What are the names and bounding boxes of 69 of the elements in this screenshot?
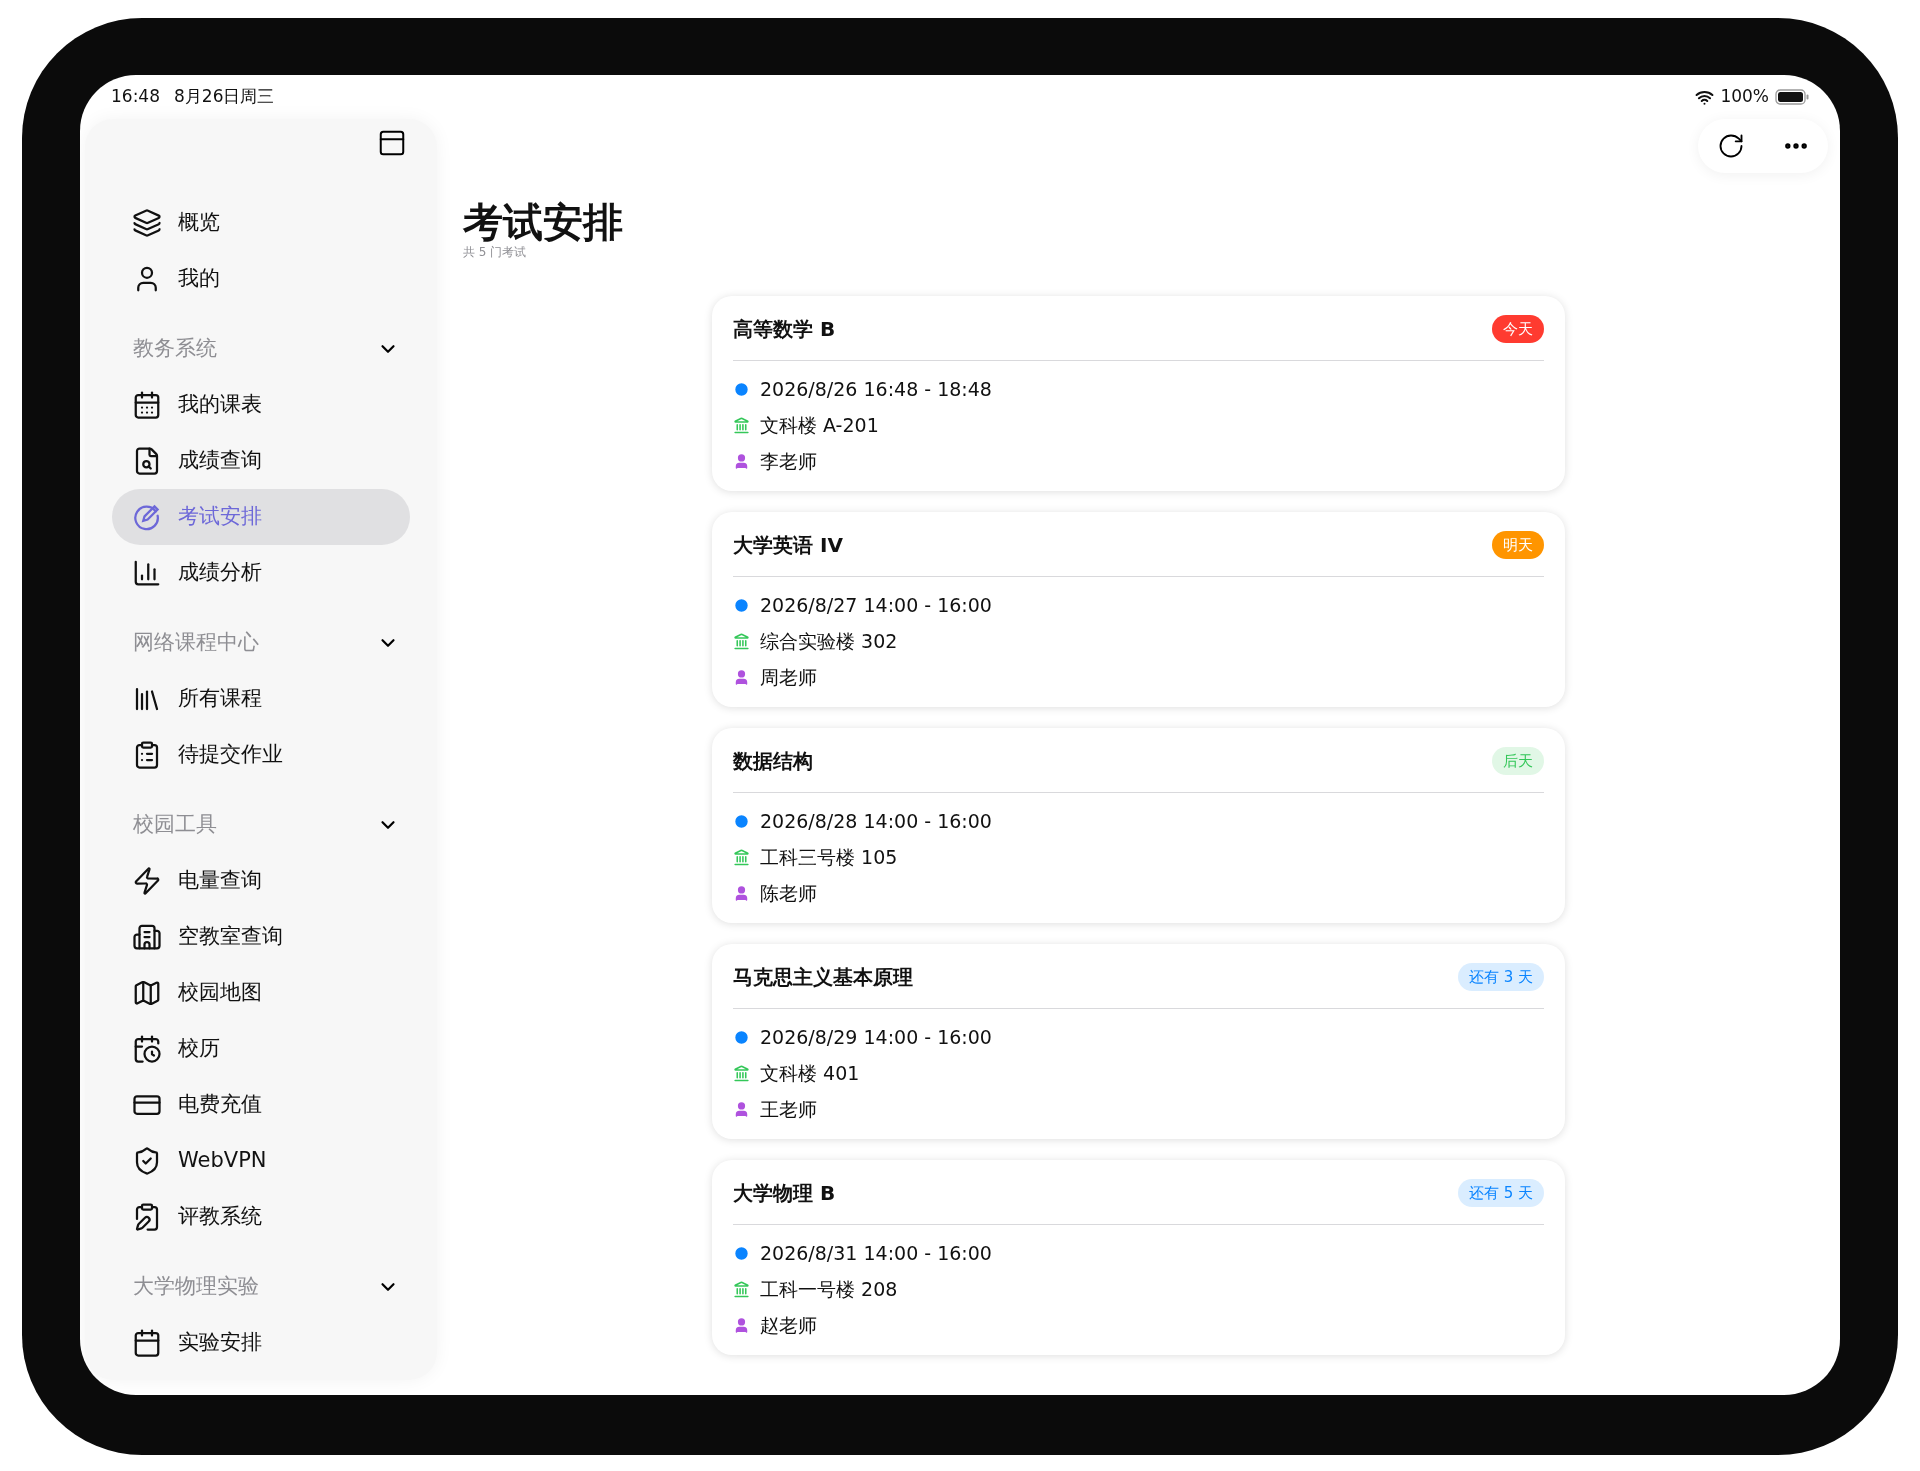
sidebar-item[interactable]: 电费充值 [112, 1077, 410, 1133]
section-header: 教务系统 [133, 335, 217, 363]
sidebar-item[interactable]: 成绩查询 [112, 433, 410, 489]
exam-teacher: 李老师 [760, 448, 817, 474]
exam-name: 大学物理 B [733, 1180, 836, 1207]
map-icon [132, 978, 162, 1008]
section-header: 网络课程中心 [133, 629, 259, 657]
battery-percent: 100% [1720, 85, 1769, 109]
page-subtitle: 共 5 门考试 [463, 245, 528, 259]
section-header: 大学物理实验 [133, 1273, 259, 1301]
battery-icon [1775, 89, 1809, 105]
sidebar-item[interactable]: 电量查询 [112, 853, 410, 909]
person-icon [733, 1100, 750, 1118]
person-icon [733, 668, 750, 686]
exam-location: 综合实验楼 302 [760, 628, 898, 654]
building-icon [733, 848, 750, 866]
exam-teacher: 赵老师 [760, 1312, 817, 1338]
lightning-icon [132, 866, 162, 896]
exam-time: 2026/8/29 14:00 - 16:00 [760, 1024, 992, 1050]
exam-location: 工科三号楼 105 [760, 844, 898, 870]
calendar-clock-icon [132, 1034, 162, 1064]
day-badge: 还有 3 天 [1457, 963, 1544, 991]
building-icon [733, 1280, 750, 1298]
exam-name: 大学英语 IV [733, 532, 843, 559]
person-icon [733, 452, 750, 470]
section-header: 校园工具 [133, 811, 217, 839]
sidebar-item[interactable]: 评教系统 [112, 1189, 410, 1245]
building-icon [132, 922, 162, 952]
exam-location: 文科楼 A-201 [760, 412, 879, 438]
sidebar-item[interactable]: WebVPN [112, 1133, 410, 1189]
building-icon [733, 1064, 750, 1082]
day-badge: 明天 [1492, 531, 1544, 559]
calendar-icon [132, 1328, 162, 1358]
exam-location: 文科楼 401 [760, 1060, 860, 1086]
sidebar-item[interactable]: 我的课表 [112, 377, 410, 433]
page-title: 考试安排 [463, 199, 624, 245]
person-icon [733, 884, 750, 902]
exam-name: 数据结构 [733, 748, 813, 775]
building-icon [733, 416, 750, 434]
building-icon [733, 632, 750, 650]
exam-teacher: 陈老师 [760, 880, 817, 906]
sidebar-item[interactable]: 我的 [112, 251, 410, 307]
pencil-circle-icon [132, 502, 162, 532]
exam-time: 2026/8/27 14:00 - 16:00 [760, 592, 992, 618]
sidebar-item[interactable]: 成绩分析 [112, 545, 410, 601]
exam-time: 2026/8/28 14:00 - 16:00 [760, 808, 992, 834]
exam-location: 工科一号楼 208 [760, 1276, 898, 1302]
exam-teacher: 周老师 [760, 664, 817, 690]
sidebar-item[interactable]: 校园地图 [112, 965, 410, 1021]
status-date: 8月26日周三 [174, 85, 275, 109]
sidebar-item[interactable]: 空教室查询 [112, 909, 410, 965]
exam-name: 马克思主义基本原理 [733, 964, 913, 991]
sidebar-item[interactable]: 校历 [112, 1021, 410, 1077]
exam-time: 2026/8/26 16:48 - 18:48 [760, 376, 992, 402]
stack-icon [132, 208, 162, 238]
status-time: 16:48 [111, 85, 160, 109]
exam-time: 2026/8/31 14:00 - 16:00 [760, 1240, 992, 1266]
person-icon [733, 1316, 750, 1334]
bar-chart-icon [132, 558, 162, 588]
sidebar-item[interactable]: 概览 [112, 195, 410, 251]
sidebar-item[interactable]: 实验安排 [112, 1315, 410, 1371]
day-badge: 后天 [1492, 747, 1544, 775]
exam-name: 高等数学 B [733, 316, 836, 343]
day-badge: 还有 5 天 [1457, 1179, 1544, 1207]
sidebar-item[interactable]: 待提交作业 [112, 727, 410, 783]
exam-teacher: 王老师 [760, 1096, 817, 1122]
day-badge: 今天 [1492, 315, 1544, 343]
calendar-icon [132, 390, 162, 420]
sidebar-item[interactable]: 所有课程 [112, 671, 410, 727]
